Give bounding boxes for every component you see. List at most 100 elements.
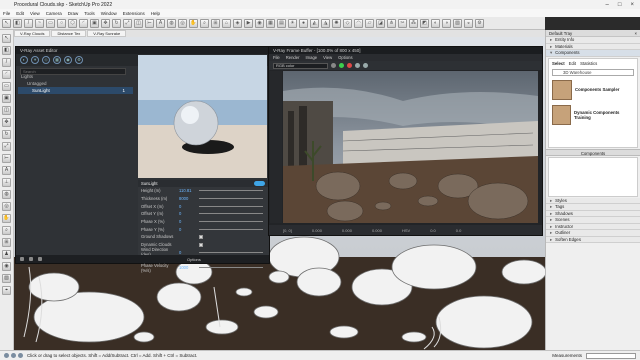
offset-icon[interactable]: ◫	[134, 18, 143, 28]
pencil-icon[interactable]: /	[2, 58, 11, 67]
ies-light-icon[interactable]: ◮	[321, 18, 330, 28]
menu-edit[interactable]: Edit	[16, 11, 24, 16]
proxy-icon[interactable]: ◪	[376, 18, 385, 28]
pan-tool-icon[interactable]: ✋	[2, 214, 11, 223]
move-tool-icon[interactable]: ✥	[2, 118, 11, 127]
close-icon[interactable]: ×	[630, 2, 634, 8]
textures-icon[interactable]: ▦	[53, 56, 61, 64]
dome-light-icon[interactable]: ◠	[354, 18, 363, 28]
orbit-tool-icon[interactable]: ◎	[2, 202, 11, 211]
param-slider[interactable]	[199, 205, 263, 207]
paint-bucket-icon[interactable]: ◍	[167, 18, 176, 28]
render-stop-icon[interactable]	[347, 63, 352, 68]
circle-icon[interactable]: ○	[57, 18, 66, 28]
menu-window[interactable]: Window	[101, 11, 117, 16]
scale-icon[interactable]: ⤢	[123, 18, 132, 28]
menu-draw[interactable]: Draw	[68, 11, 79, 16]
minimize-icon[interactable]: –	[606, 2, 609, 8]
param-slider[interactable]	[199, 198, 263, 200]
vfb-menu-options[interactable]: Options	[338, 55, 352, 60]
param-value[interactable]: 110.81	[179, 188, 199, 193]
rotate-tool-icon[interactable]: ↻	[2, 130, 11, 139]
dynamic-clouds-checkbox[interactable]	[199, 242, 203, 247]
tree-group-untagged[interactable]: Untagged	[18, 80, 133, 87]
menu-help[interactable]: Help	[151, 11, 160, 16]
vray-render-icon[interactable]: ▶	[244, 18, 253, 28]
rotate-icon[interactable]: ↻	[112, 18, 121, 28]
arc-tool-icon[interactable]: ◜	[2, 70, 11, 79]
line-tool-icon[interactable]: /	[24, 18, 33, 28]
paint-tool-icon[interactable]: ◍	[2, 190, 11, 199]
select-tool-icon[interactable]: ↖	[2, 18, 11, 28]
lights-icon[interactable]: ☀	[31, 56, 39, 64]
decal-icon[interactable]: ◩	[420, 18, 429, 28]
vfb-menu-view[interactable]: View	[323, 55, 332, 60]
orbit-icon[interactable]: ◎	[178, 18, 187, 28]
vray-light-icon[interactable]: ☀	[288, 18, 297, 28]
tray-close-icon[interactable]: ×	[634, 30, 637, 36]
param-value[interactable]: 1000	[179, 265, 199, 270]
settings-icon[interactable]: ⚙	[475, 18, 484, 28]
render-elements-icon[interactable]: ◉	[64, 56, 72, 64]
omni-light-icon[interactable]: ✺	[332, 18, 341, 28]
fur-icon[interactable]: ⋔	[387, 18, 396, 28]
measurements-input[interactable]	[586, 352, 636, 359]
text-icon[interactable]: A	[156, 18, 165, 28]
freehand-icon[interactable]: ~	[35, 18, 44, 28]
extension-icon[interactable]: ◈	[233, 18, 242, 28]
spot-light-icon[interactable]: ◭	[310, 18, 319, 28]
move-icon[interactable]: ✥	[101, 18, 110, 28]
eraser-tool-icon[interactable]: ◧	[2, 46, 11, 55]
styles-icon[interactable]: ◒	[464, 18, 473, 28]
tray-section-soften-edges[interactable]: ▸ Soften Edges	[546, 236, 640, 243]
ground-shadows-checkbox[interactable]	[199, 234, 203, 239]
sphere-light-icon[interactable]: ●	[299, 18, 308, 28]
component-item[interactable]: Components Sampler	[552, 79, 634, 101]
history-icon[interactable]	[363, 63, 368, 68]
param-value[interactable]: 8000	[179, 196, 199, 201]
vray-vfb-icon[interactable]: ▤	[277, 18, 286, 28]
channel-select[interactable]: RGB color	[273, 62, 328, 69]
footer-icon[interactable]	[38, 257, 42, 261]
menu-tools[interactable]: Tools	[84, 11, 95, 16]
offset-tool-icon[interactable]: ◫	[2, 106, 11, 115]
eraser-icon[interactable]: ◧	[13, 18, 22, 28]
axes-icon[interactable]: ⊥	[2, 178, 11, 187]
rectangle-icon[interactable]: ▭	[46, 18, 55, 28]
walk-icon[interactable]: ♟	[2, 250, 11, 259]
vfb-menu-image[interactable]: Image	[305, 55, 317, 60]
user-icon[interactable]	[18, 353, 23, 358]
scene-tab[interactable]: Distance Tex	[51, 30, 87, 37]
profile-icon[interactable]: ◑	[442, 18, 451, 28]
tree-item-sunlight[interactable]: SunLight 1	[18, 87, 133, 94]
arc-icon[interactable]: ◜	[79, 18, 88, 28]
color-correction-icon[interactable]	[331, 63, 336, 68]
vray-interactive-icon[interactable]: ◉	[255, 18, 264, 28]
param-slider[interactable]	[199, 228, 263, 230]
tab-statistics[interactable]: Statistics	[580, 61, 597, 66]
menu-extensions[interactable]: Extensions	[123, 11, 145, 16]
scene-tab[interactable]: V-Ray Sunrake	[87, 30, 127, 37]
pan-icon[interactable]: ✋	[189, 18, 198, 28]
save-image-icon[interactable]	[355, 63, 360, 68]
pushpull-tool-icon[interactable]: ▣	[2, 94, 11, 103]
param-slider[interactable]	[199, 190, 263, 192]
scatter-icon[interactable]: ⁂	[409, 18, 418, 28]
tab-edit[interactable]: Edit	[569, 61, 576, 66]
tree-category-lights[interactable]: Lights	[18, 73, 133, 80]
section-plane-icon[interactable]: ▧	[2, 274, 11, 283]
enscape-icon[interactable]: ◐	[431, 18, 440, 28]
rect-tool-icon[interactable]: ▭	[2, 82, 11, 91]
render-start-icon[interactable]	[339, 63, 344, 68]
warehouse-icon[interactable]: ⌂	[222, 18, 231, 28]
param-value[interactable]: 0	[179, 227, 199, 232]
clipper-icon[interactable]: ✂	[398, 18, 407, 28]
tape-measure-icon[interactable]: ⊢	[145, 18, 154, 28]
polygon-icon[interactable]: ⬡	[68, 18, 77, 28]
footer-icon[interactable]	[29, 257, 33, 261]
scale-tool-icon[interactable]: ⤢	[2, 142, 11, 151]
text-tool-icon[interactable]: A	[2, 166, 11, 175]
maximize-icon[interactable]: □	[618, 2, 622, 8]
param-value[interactable]: 0	[179, 211, 199, 216]
zoom-tool-icon[interactable]: ⌕	[2, 226, 11, 235]
